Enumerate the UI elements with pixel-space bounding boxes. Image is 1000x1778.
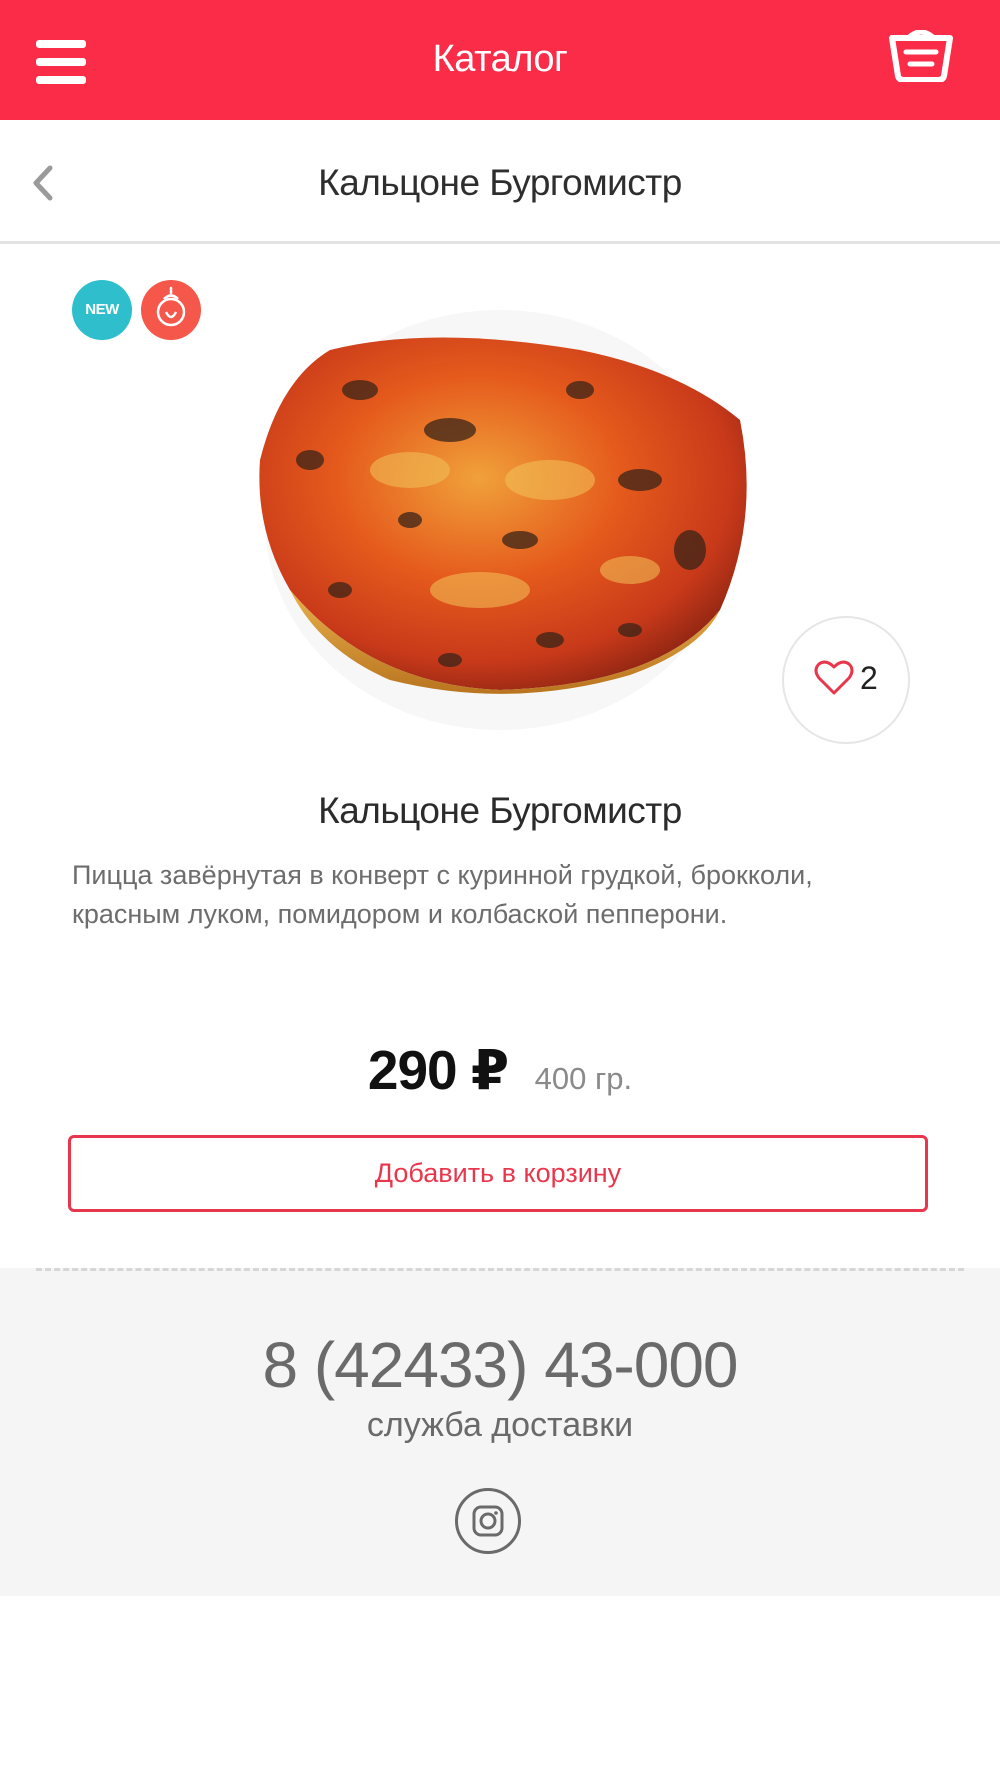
new-badge: NEW xyxy=(72,280,132,340)
product-name: Кальцоне Бургомистр xyxy=(318,790,682,831)
top-app-bar: Каталог xyxy=(0,0,1000,120)
footer: 8 (42433) 43-000 служба доставки xyxy=(0,1268,1000,1596)
price-row: 290 ₽ 400 гр. xyxy=(0,1038,1000,1102)
add-to-cart-button[interactable]: Добавить в корзину xyxy=(68,1135,928,1212)
like-button[interactable]: 2 xyxy=(782,616,910,744)
delivery-service-label: служба доставки xyxy=(366,1406,634,1444)
product-description: Пицца завёрнутая в конверт с куринной гр… xyxy=(72,860,813,929)
heart-icon xyxy=(814,660,854,695)
instagram-icon[interactable] xyxy=(455,1488,521,1554)
page-header: Кальцоне Бургомистр xyxy=(0,120,1000,244)
app-title: Каталог xyxy=(432,38,568,80)
product-image xyxy=(250,290,750,750)
footer-divider xyxy=(36,1268,964,1271)
cart-icon[interactable] xyxy=(888,29,954,83)
phone-number[interactable]: 8 (42433) 43-000 xyxy=(0,1328,1000,1402)
hamburger-menu-icon[interactable] xyxy=(36,40,86,84)
product-weight: 400 гр. xyxy=(534,1061,633,1096)
like-count: 2 xyxy=(860,660,878,696)
product-price: 290 ₽ xyxy=(367,1039,509,1101)
spicy-pepper-icon xyxy=(141,280,201,340)
page-title: Кальцоне Бургомистр xyxy=(318,162,682,203)
